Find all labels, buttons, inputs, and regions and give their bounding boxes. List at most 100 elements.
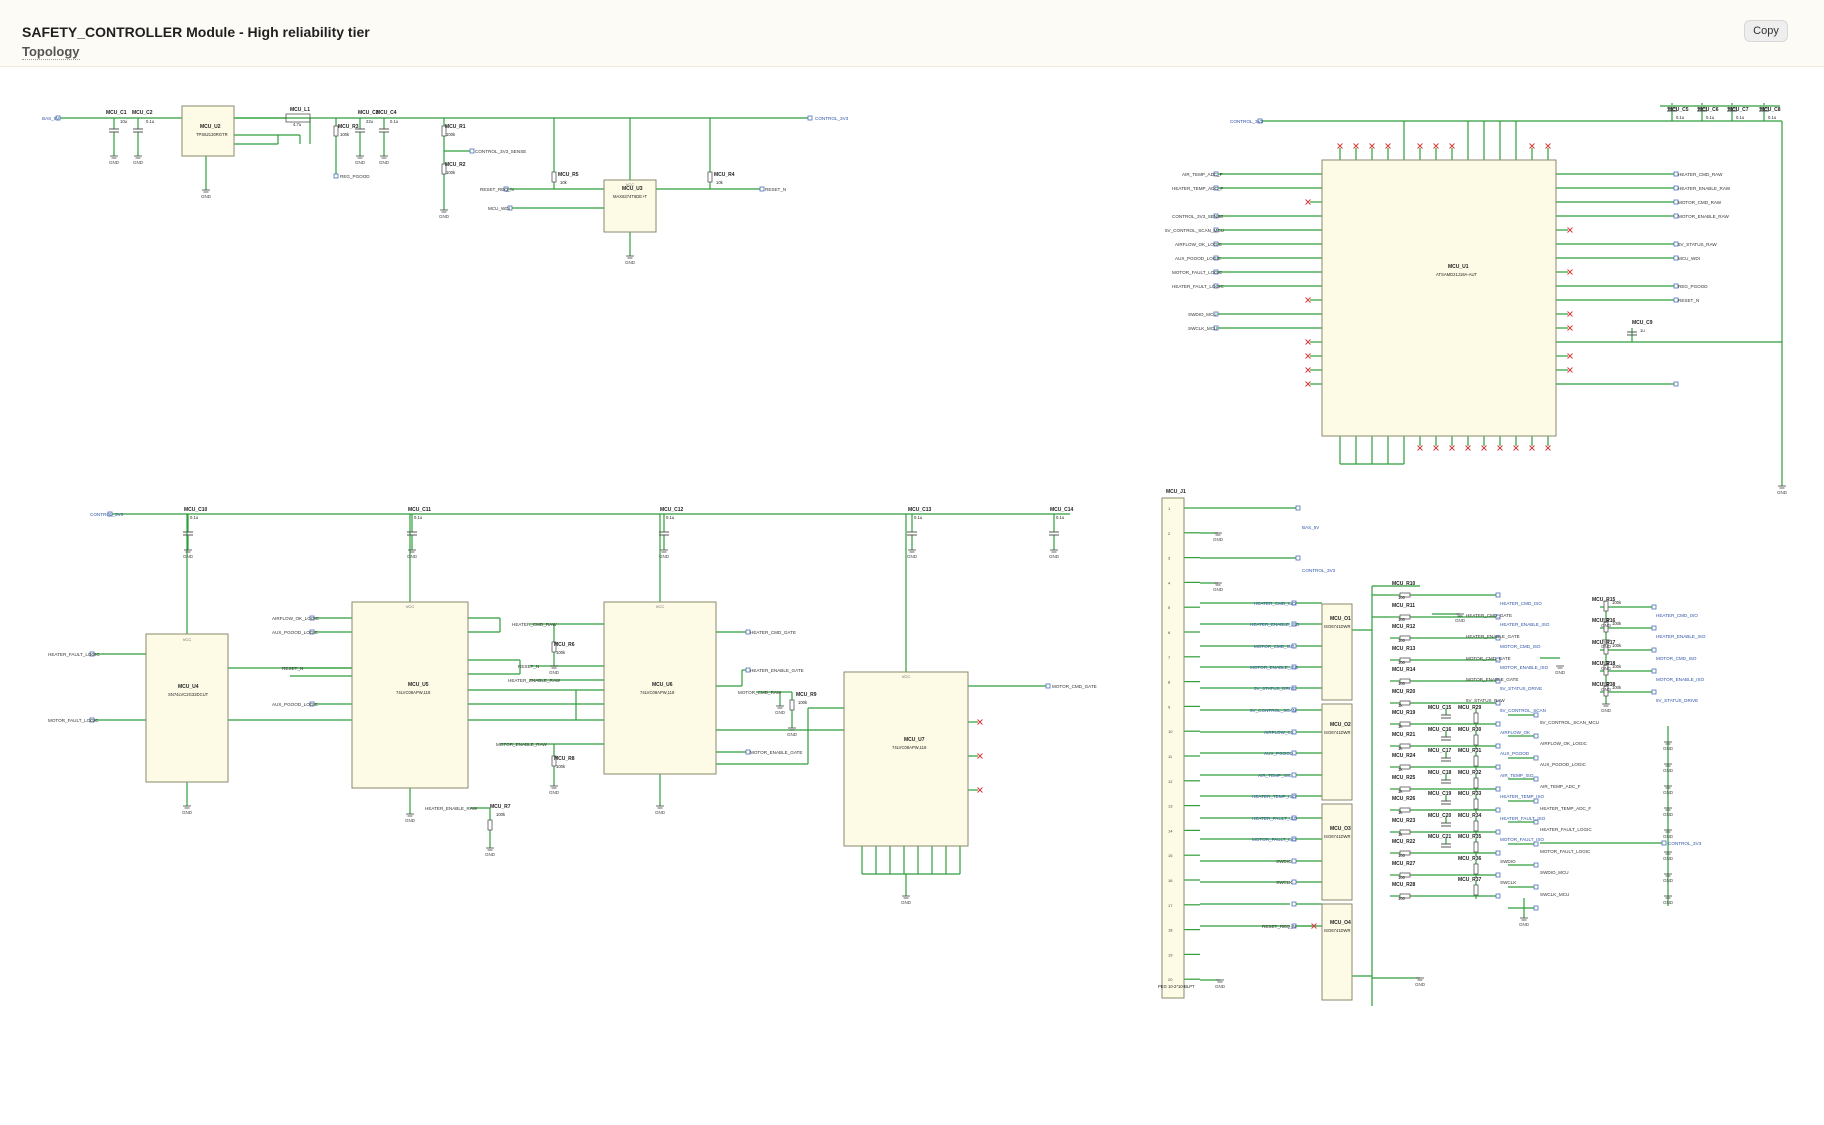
component-reference: MCU_R25 <box>1392 775 1416 781</box>
component-value: 100 <box>1398 595 1406 600</box>
gnd-label: GND <box>355 160 366 165</box>
no-connect-icon <box>1305 367 1311 373</box>
gnd-label: GND <box>659 554 670 559</box>
gnd-label: GND <box>1455 618 1466 623</box>
no-connect-icon <box>1513 445 1519 451</box>
component-value: 10u <box>120 119 128 124</box>
net-label: AIRFLOW_OK <box>1264 730 1295 735</box>
net-label: REG_PGOOD <box>1678 284 1708 289</box>
component-value: SN74LVC2G32DCUT <box>168 692 209 697</box>
net-label: HEATER_CMD_GATE <box>750 630 796 635</box>
component-reference: MCU_R20 <box>1392 689 1416 695</box>
ground-icon: GND <box>109 155 120 165</box>
net-label: SWCLK <box>1500 880 1517 885</box>
component-value: 0.1u <box>1056 515 1065 520</box>
component-value: TPS62130RGTR <box>196 132 228 137</box>
port-icon <box>1495 829 1501 835</box>
connector-pin-number: 20 <box>1168 977 1173 982</box>
component-value: 100 <box>1398 638 1406 643</box>
port-icon <box>807 115 813 121</box>
no-connect-icon <box>977 753 983 759</box>
net-label: 5V_CONTROL_SCAN_MCU <box>1540 720 1599 725</box>
net-label: HEATER_ENABLE_RAW <box>1678 186 1731 191</box>
gnd-label: GND <box>1777 490 1788 495</box>
ground-icon: GND <box>379 155 390 165</box>
component-reference: MCU_R19 <box>1392 710 1416 716</box>
resistor-symbol <box>1473 755 1479 767</box>
component-value: ISO6741DWR <box>1324 834 1351 839</box>
net-label: MOTOR_CMD_ISO <box>1500 644 1541 649</box>
mcu-u1 <box>1321 159 1557 437</box>
net-label: MOTOR_ENABLE_RAW <box>496 742 547 747</box>
connector-pin-number: 14 <box>1168 828 1173 833</box>
resistor-symbol <box>1473 863 1479 875</box>
port-icon <box>1295 555 1301 561</box>
ground-icon: GND <box>1215 979 1226 989</box>
component-value: 74LVC08APW,118 <box>892 745 927 750</box>
component-reference: MCU_R8 <box>554 756 575 762</box>
net-label: MOTOR_ENABLE_RAW <box>1678 214 1729 219</box>
component-reference: MCU_R26 <box>1392 796 1416 802</box>
port-icon <box>1495 893 1501 899</box>
component-reference: MCU_R11 <box>1392 603 1415 609</box>
ground-icon: GND <box>201 189 212 199</box>
component-value: 100k <box>556 764 566 769</box>
port-icon <box>1533 884 1539 890</box>
schematic-canvas: GND GND GND GND GND GND GND GND GND GND GND GND GND G… <box>42 103 1788 1006</box>
gnd-label: GND <box>1601 708 1612 713</box>
resistor-symbol <box>1473 841 1479 853</box>
net-label: 5V_CONTROL_SCAN <box>1500 708 1546 713</box>
net-label: MOTOR_ENABLE_ISO <box>1250 665 1299 670</box>
connector-pin-number: 18 <box>1168 928 1173 933</box>
port-icon <box>333 173 339 179</box>
port-icon <box>1291 772 1297 778</box>
resistor-symbol <box>1473 884 1479 896</box>
ground-icon: GND <box>901 895 912 905</box>
net-label: RESET_REQ_N <box>480 187 514 192</box>
net-label: AUX_PGOOD_LOGIC <box>272 702 319 707</box>
gnd-label: GND <box>1555 670 1566 675</box>
net-label: MOTOR_FAULT_LOGIC <box>1172 270 1223 275</box>
component-reference: MCU_C4 <box>376 110 397 116</box>
component-reference: MCU_R9 <box>796 692 817 698</box>
isolator-o4 <box>1321 903 1353 1001</box>
no-connect-icon <box>1305 339 1311 345</box>
connector-pin-number: 16 <box>1168 878 1173 883</box>
component-reference: MCU_U5 <box>408 682 429 688</box>
isolator-o3 <box>1321 803 1353 901</box>
port-icon <box>759 186 765 192</box>
ground-icon: GND <box>655 805 666 815</box>
net-label: AUX_PGOOD <box>1264 751 1294 756</box>
component-value: ISO6741DWR <box>1324 928 1351 933</box>
connector-pin-number: 19 <box>1168 952 1173 957</box>
port-icon <box>1533 798 1539 804</box>
component-reference: MCU_R3 <box>338 124 359 130</box>
gnd-label: GND <box>1663 834 1674 839</box>
net-label: HEATER_CMD_ISO <box>1254 601 1296 606</box>
ground-icon: GND <box>1777 485 1788 495</box>
no-connect-icon <box>1337 143 1343 149</box>
gnd-label: GND <box>407 554 418 559</box>
net-label: RESET_REQ_N <box>1262 924 1296 929</box>
component-value: 100k <box>798 700 808 705</box>
net-label: CONTROL_3V3 <box>1302 568 1336 573</box>
net-label: HEATER_FAULT_LOGIC <box>1540 827 1592 832</box>
gnd-label: GND <box>775 710 786 715</box>
no-connect-icon <box>1449 445 1455 451</box>
net-label: AIR_TEMP_ADC_F <box>1540 784 1581 789</box>
component-value: 10k <box>560 180 568 185</box>
component-value: 0.1u <box>390 119 399 124</box>
port-icon <box>1495 786 1501 792</box>
topology-subtitle[interactable]: Topology <box>22 44 80 60</box>
vcc-pin-label: VCC <box>183 637 192 642</box>
ground-icon: GND <box>1213 582 1224 592</box>
net-label: HEATER_FAULT_LOGIC <box>1172 284 1224 289</box>
net-label: REG_PGOOD <box>340 174 370 179</box>
component-value: 0.1u <box>1676 115 1685 120</box>
gnd-label: GND <box>1215 984 1226 989</box>
page-title: SAFETY_CONTROLLER Module - High reliabil… <box>22 24 370 40</box>
component-reference: MCU_O4 <box>1330 920 1351 926</box>
copy-button[interactable]: Copy <box>1744 20 1788 42</box>
net-label: AIR_TEMP_ISO <box>1258 773 1292 778</box>
net-label: AIR_TEMP_ISO <box>1500 773 1534 778</box>
